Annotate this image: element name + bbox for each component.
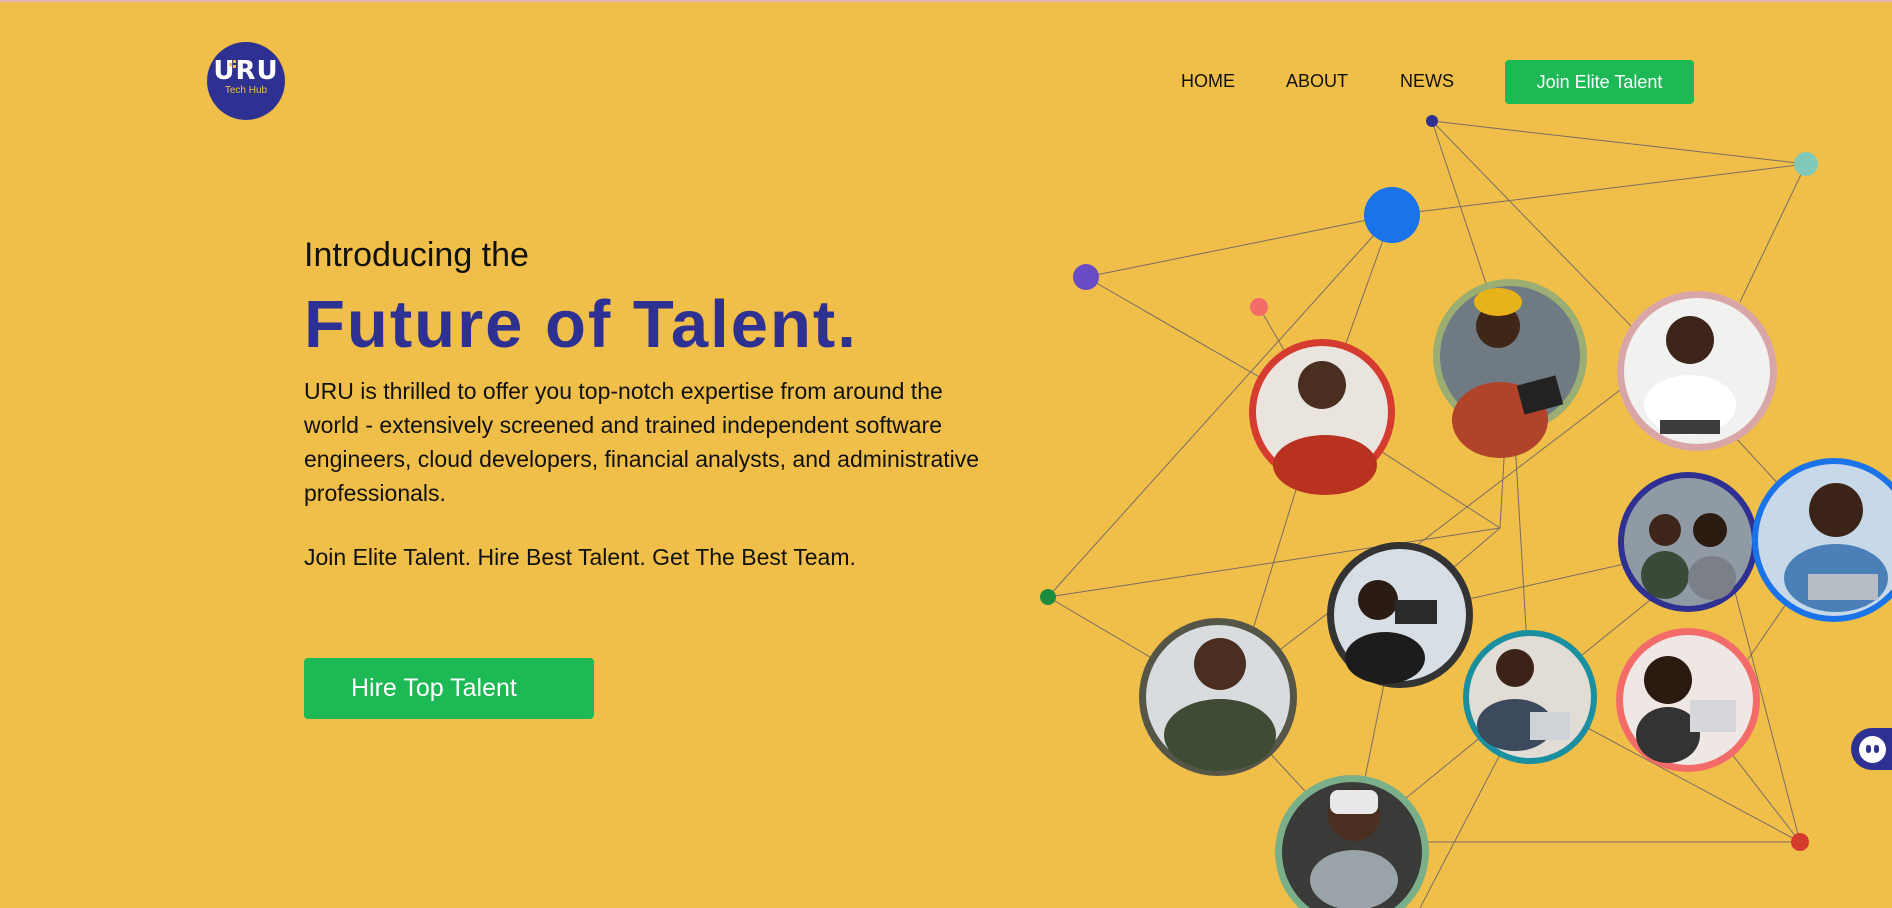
photo-man-video-camera	[1327, 542, 1473, 688]
network-dot	[1040, 589, 1056, 605]
photo-woman-laptop-coffee	[1616, 628, 1760, 772]
network-dot	[1791, 833, 1809, 851]
network-dot	[1073, 264, 1099, 290]
chat-bot-icon	[1859, 736, 1886, 763]
photo-woman-headwrap-laptop	[1433, 279, 1587, 458]
photo-boy-soldering	[1617, 291, 1777, 451]
network-dot	[1250, 298, 1268, 316]
photo-man-with-phone-red-shirt	[1249, 339, 1395, 495]
photo-coworkers-tablet	[1618, 472, 1758, 612]
photo-man-plaid-laptop	[1463, 630, 1597, 764]
photo-man-headphones-laptop	[1752, 458, 1892, 622]
network-dot	[1364, 187, 1420, 243]
photo-man-glasses-arms-crossed	[1139, 618, 1297, 776]
network-dot	[1426, 115, 1438, 127]
talent-network-graphic	[1040, 115, 1892, 908]
network-dot	[1794, 152, 1818, 176]
chat-widget-button[interactable]	[1851, 728, 1892, 770]
photo-person-vr-headset	[1275, 775, 1429, 908]
